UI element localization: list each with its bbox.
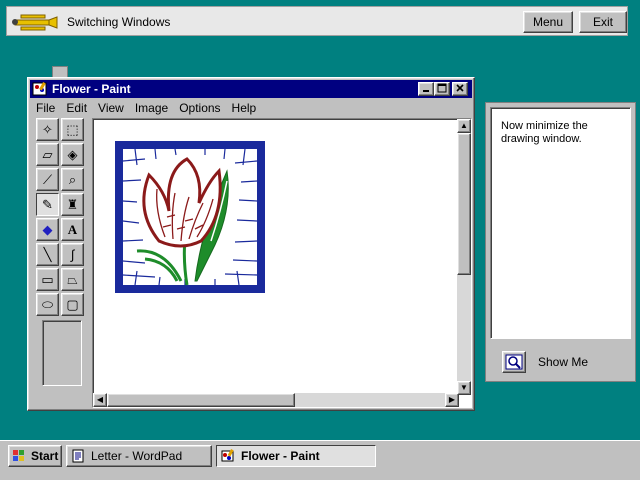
tutorial-title: Switching Windows xyxy=(67,15,171,29)
toolbox: ✧ ⬚ ▱ ◈ ⟋ ⌕ ✎ ♜ ◆ A ╲ ∫ ▭ ⏢ ⬭ ▢ xyxy=(34,118,86,386)
tutorial-bar: Switching Windows Menu Exit xyxy=(6,6,628,36)
taskbar-item-paint[interactable]: Flower - Paint xyxy=(216,445,376,467)
free-form-select-icon[interactable]: ✧ xyxy=(36,118,59,141)
menu-button[interactable]: Menu xyxy=(523,11,573,33)
maximize-button[interactable] xyxy=(434,82,450,96)
close-button[interactable] xyxy=(452,82,468,96)
pick-color-icon[interactable]: ⟋ xyxy=(36,168,59,191)
pencil-icon[interactable]: ✎ xyxy=(36,193,59,216)
scroll-up-button[interactable]: ▲ xyxy=(457,119,471,133)
scroll-right-button[interactable]: ▶ xyxy=(445,393,459,407)
show-me-label[interactable]: Show Me xyxy=(538,355,588,369)
brush-icon[interactable]: ♜ xyxy=(61,193,84,216)
drawing-canvas[interactable]: ▲ ▼ ◀ ▶ xyxy=(92,118,472,408)
wordpad-icon xyxy=(72,449,84,463)
instruction-text: Now minimize the drawing window. xyxy=(490,107,631,339)
paint-menu-bar: File Edit View Image Options Help xyxy=(30,99,472,117)
scroll-down-button[interactable]: ▼ xyxy=(457,381,471,395)
ellipse-icon[interactable]: ⬭ xyxy=(36,293,59,316)
menu-options[interactable]: Options xyxy=(173,99,225,115)
eraser-icon[interactable]: ▱ xyxy=(36,143,59,166)
taskbar-item-wordpad[interactable]: Letter - WordPad xyxy=(66,445,212,467)
show-me-button[interactable] xyxy=(502,351,526,373)
scroll-left-button[interactable]: ◀ xyxy=(93,393,107,407)
minimize-button[interactable] xyxy=(418,82,434,96)
polygon-icon[interactable]: ⏢ xyxy=(61,268,84,291)
menu-view[interactable]: View xyxy=(92,99,129,115)
menu-image[interactable]: Image xyxy=(129,99,173,115)
exit-button[interactable]: Exit xyxy=(579,11,627,33)
paint-app-icon xyxy=(221,449,234,462)
maximize-icon xyxy=(437,83,447,93)
paint-window-title: Flower - Paint xyxy=(52,82,131,96)
horizontal-scroll-thumb[interactable] xyxy=(107,393,295,407)
curve-icon[interactable]: ∫ xyxy=(61,243,84,266)
start-button[interactable]: Start xyxy=(8,445,62,467)
show-me-control[interactable]: Show Me xyxy=(502,349,622,375)
tool-options-box[interactable] xyxy=(42,320,82,386)
paint-window[interactable]: Flower - Paint File Edit View Image Options H… xyxy=(27,77,475,411)
instruction-panel: Now minimize the drawing window. Show Me xyxy=(485,102,636,382)
vertical-scrollbar[interactable]: ▲ ▼ xyxy=(457,119,471,395)
bottom-strip xyxy=(0,470,640,480)
biplane-logo-icon xyxy=(12,14,58,31)
menu-file[interactable]: File xyxy=(30,99,60,115)
magnifier-icon[interactable]: ⌕ xyxy=(61,168,84,191)
rectangle-icon[interactable]: ▭ xyxy=(36,268,59,291)
paint-title-bar[interactable]: Flower - Paint xyxy=(30,80,472,98)
airbrush-icon[interactable]: ◆ xyxy=(36,218,59,241)
horizontal-scrollbar[interactable]: ◀ ▶ xyxy=(93,393,459,407)
minimize-icon xyxy=(423,90,429,92)
rounded-rectangle-icon[interactable]: ▢ xyxy=(61,293,84,316)
fill-with-color-icon[interactable]: ◈ xyxy=(61,143,84,166)
taskbar-item-label: Letter - WordPad xyxy=(91,449,183,463)
vertical-scroll-thumb[interactable] xyxy=(457,133,471,275)
taskbar: Start Letter - WordPad Flower - Paint xyxy=(0,440,640,470)
select-icon[interactable]: ⬚ xyxy=(61,118,84,141)
start-label: Start xyxy=(31,449,59,463)
line-icon[interactable]: ╲ xyxy=(36,243,59,266)
text-icon[interactable]: A xyxy=(61,218,84,241)
windows-logo-icon xyxy=(13,450,24,461)
taskbar-item-label: Flower - Paint xyxy=(241,449,320,463)
magnifier-icon xyxy=(505,354,523,370)
menu-edit[interactable]: Edit xyxy=(60,99,92,115)
tulip-picture xyxy=(115,141,265,293)
menu-help[interactable]: Help xyxy=(226,99,262,115)
close-icon xyxy=(456,84,464,92)
paint-app-icon[interactable] xyxy=(32,81,48,97)
